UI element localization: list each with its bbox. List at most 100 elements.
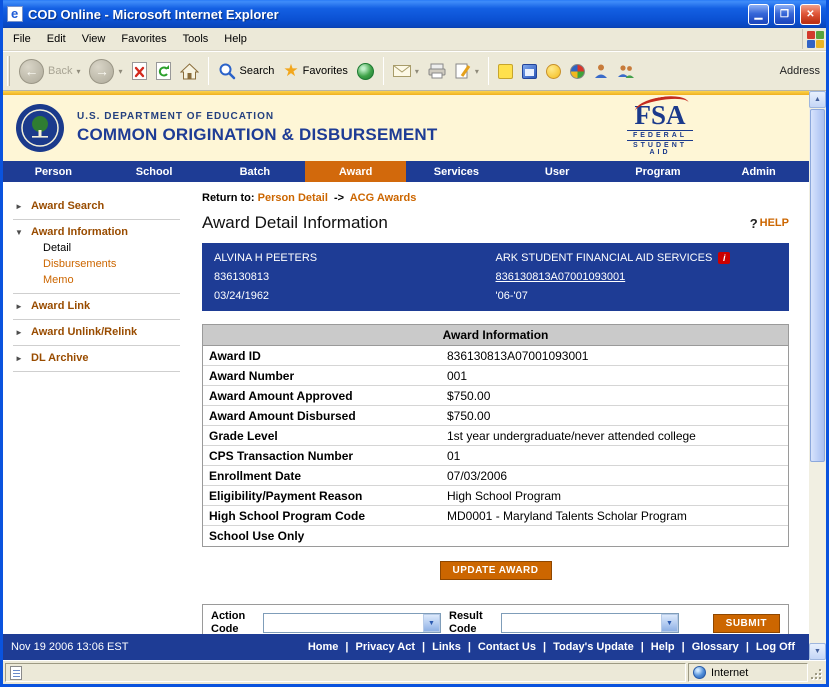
windows-logo-icon (802, 29, 824, 49)
stop-button[interactable] (129, 60, 150, 82)
table-row: Award ID 836130813A07001093001 (203, 346, 788, 366)
sidebar-item-disbursements[interactable]: Disbursements (43, 258, 176, 270)
maximize-button[interactable]: ❐ (774, 4, 795, 25)
internet-zone-icon (693, 666, 706, 679)
search-button[interactable]: Search (215, 60, 278, 82)
table-row: School Use Only (203, 526, 788, 546)
sidebar-item-memo[interactable]: Memo (43, 274, 176, 286)
edit-button[interactable]: ▾ (452, 61, 482, 81)
tab-services[interactable]: Services (406, 161, 507, 182)
back-button[interactable]: ← Back ▾ (16, 57, 83, 86)
contact-button[interactable] (591, 61, 611, 81)
home-button[interactable] (177, 61, 202, 82)
sidebar: ► Award Search ▼ Award Information Detai… (3, 182, 188, 634)
menu-tools[interactable]: Tools (175, 30, 217, 48)
close-button[interactable]: ✕ (800, 4, 821, 25)
menu-favorites[interactable]: Favorites (113, 30, 174, 48)
chevron-down-icon: ▼ (661, 614, 678, 632)
menu-view[interactable]: View (74, 30, 114, 48)
forward-dropdown-icon[interactable]: ▾ (118, 67, 122, 76)
scroll-track[interactable] (809, 108, 826, 643)
tab-program[interactable]: Program (608, 161, 709, 182)
footer-link-help[interactable]: Help (651, 641, 675, 653)
triangle-down-icon: ▼ (15, 228, 25, 237)
tab-award[interactable]: Award (305, 161, 406, 182)
person-dob: 03/24/1962 (214, 290, 496, 302)
title-bar[interactable]: COD Online - Microsoft Internet Explorer… (3, 0, 826, 28)
menu-edit[interactable]: Edit (39, 30, 74, 48)
update-award-button[interactable]: UPDATE AWARD (440, 561, 552, 580)
submit-button[interactable]: SUBMIT (713, 614, 780, 633)
edit-icon (455, 63, 471, 79)
refresh-button[interactable] (153, 60, 174, 82)
footer-link-contact-us[interactable]: Contact Us (478, 641, 536, 653)
award-year: '06-'07 (496, 290, 778, 302)
smiley-icon (546, 64, 561, 79)
notes-button[interactable] (495, 62, 516, 81)
help-question-icon: ? (750, 216, 758, 231)
footer-link-privacy-act[interactable]: Privacy Act (356, 641, 416, 653)
tab-person[interactable]: Person (3, 161, 104, 182)
sidebar-item-dl-archive[interactable]: ► DL Archive (15, 352, 176, 364)
favorites-star-icon: ★ (283, 61, 298, 81)
sidebar-item-award-link[interactable]: ► Award Link (15, 300, 176, 312)
table-row: Award Amount Approved $750.00 (203, 386, 788, 406)
tab-admin[interactable]: Admin (708, 161, 809, 182)
footer-link-glossary[interactable]: Glossary (692, 641, 739, 653)
scroll-down-button[interactable]: ▼ (809, 643, 826, 660)
breadcrumb-acg-awards[interactable]: ACG Awards (350, 192, 417, 204)
smiley-button[interactable] (543, 62, 564, 81)
table-row: Eligibility/Payment Reason High School P… (203, 486, 788, 506)
mail-dropdown-icon[interactable]: ▾ (415, 67, 419, 76)
mail-button[interactable]: ▾ (390, 63, 422, 79)
content-area: ► Award Search ▼ Award Information Detai… (3, 182, 809, 634)
footer-link-log-off[interactable]: Log Off (756, 641, 795, 653)
sidebar-item-award-unlink-relink[interactable]: ► Award Unlink/Relink (15, 326, 176, 338)
menu-help[interactable]: Help (216, 30, 255, 48)
print-button[interactable] (425, 61, 449, 81)
triangle-right-icon: ► (15, 202, 25, 211)
breadcrumb: Return to: Person Detail -> ACG Awards (202, 192, 789, 204)
sidebar-item-award-search[interactable]: ► Award Search (15, 200, 176, 212)
footer-link-todays-update[interactable]: Today's Update (553, 641, 634, 653)
app-title: COMMON ORIGINATION & DISBURSEMENT (77, 125, 437, 145)
sidebar-item-award-information[interactable]: ▼ Award Information (15, 226, 176, 238)
resize-grip[interactable] (810, 663, 824, 682)
back-dropdown-icon[interactable]: ▾ (76, 67, 80, 76)
toolbar-grip[interactable] (7, 56, 10, 86)
result-code-select[interactable]: ▼ (501, 613, 679, 633)
mail-icon (393, 65, 411, 77)
print-icon (428, 63, 446, 79)
sidebar-item-detail[interactable]: Detail (43, 242, 176, 254)
tab-school[interactable]: School (104, 161, 205, 182)
people-icon (617, 63, 635, 79)
status-zone-panel: Internet (688, 663, 808, 682)
info-icon[interactable]: i (718, 252, 730, 264)
messenger-button[interactable] (519, 62, 540, 81)
award-id-link[interactable]: 836130813A07001093001 (496, 271, 778, 283)
favorites-button[interactable]: ★ Favorites (280, 59, 351, 83)
table-row: CPS Transaction Number 01 (203, 446, 788, 466)
edit-dropdown-icon[interactable]: ▾ (475, 67, 479, 76)
people-button[interactable] (614, 61, 638, 81)
breadcrumb-person-detail[interactable]: Person Detail (258, 192, 328, 204)
vertical-scrollbar[interactable]: ▲ ▼ (809, 91, 826, 660)
footer-link-links[interactable]: Links (432, 641, 461, 653)
browser-toolbar: ← Back ▾ → ▾ Search (3, 51, 826, 91)
school-name: ARK STUDENT FINANCIAL AID SERVICES (496, 252, 713, 264)
footer-link-home[interactable]: Home (308, 641, 339, 653)
icq-button[interactable] (567, 62, 588, 81)
window-icon (7, 6, 23, 22)
action-code-select[interactable]: ▼ (263, 613, 441, 633)
media-button[interactable] (354, 61, 377, 82)
minimize-button[interactable]: ▁ (748, 4, 769, 25)
tab-batch[interactable]: Batch (205, 161, 306, 182)
menu-file[interactable]: File (5, 30, 39, 48)
footer-links: Home | Privacy Act | Links | Contact Us … (308, 641, 795, 653)
scroll-thumb[interactable] (810, 109, 825, 462)
department-line: U.S. DEPARTMENT OF EDUCATION (77, 111, 437, 122)
scroll-up-button[interactable]: ▲ (809, 91, 826, 108)
forward-button[interactable]: → ▾ (86, 57, 125, 86)
tab-user[interactable]: User (507, 161, 608, 182)
help-button[interactable]: ? HELP (750, 216, 789, 231)
